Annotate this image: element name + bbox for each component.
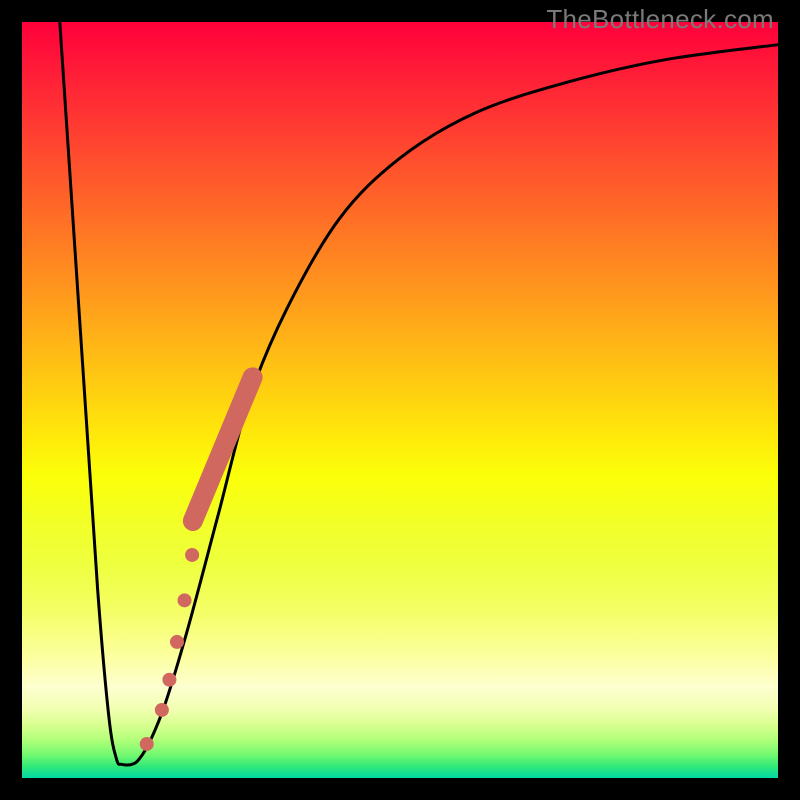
curve-layer [0,0,800,800]
chart-frame: TheBottleneck.com [0,0,800,800]
data-dot [140,737,154,751]
bottleneck-curve [60,22,778,765]
data-dot [178,593,192,607]
data-dot [170,635,184,649]
data-dot [155,703,169,717]
data-dot [185,548,199,562]
data-dot [162,673,176,687]
